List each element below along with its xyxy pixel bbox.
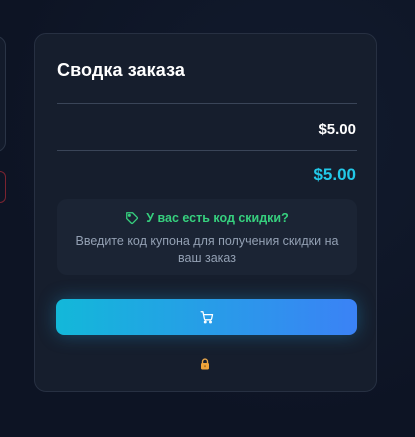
coupon-header[interactable]: У вас есть код скидки? xyxy=(57,211,357,225)
coupon-heading[interactable]: У вас есть код скидки? xyxy=(146,211,289,225)
divider-bottom xyxy=(57,150,357,151)
checkout-button[interactable] xyxy=(56,299,357,335)
order-summary-title: Сводка заказа xyxy=(57,60,186,80)
total-value: $5.00 xyxy=(313,165,356,184)
subtotal-value: $5.00 xyxy=(318,121,356,138)
side-panel-edge xyxy=(0,36,6,152)
coupon-prompt[interactable]: У вас есть код скидки? Введите код купон… xyxy=(57,199,357,275)
tag-icon xyxy=(125,211,139,225)
cart-icon xyxy=(200,310,214,324)
side-button-edge[interactable] xyxy=(0,171,6,203)
lock-icon xyxy=(199,357,211,370)
coupon-description: Введите код купона для получения скидки … xyxy=(75,234,339,265)
divider-top xyxy=(57,103,357,104)
order-summary-card: Сводка заказа $5.00 $5.00 У вас есть код… xyxy=(34,33,377,392)
